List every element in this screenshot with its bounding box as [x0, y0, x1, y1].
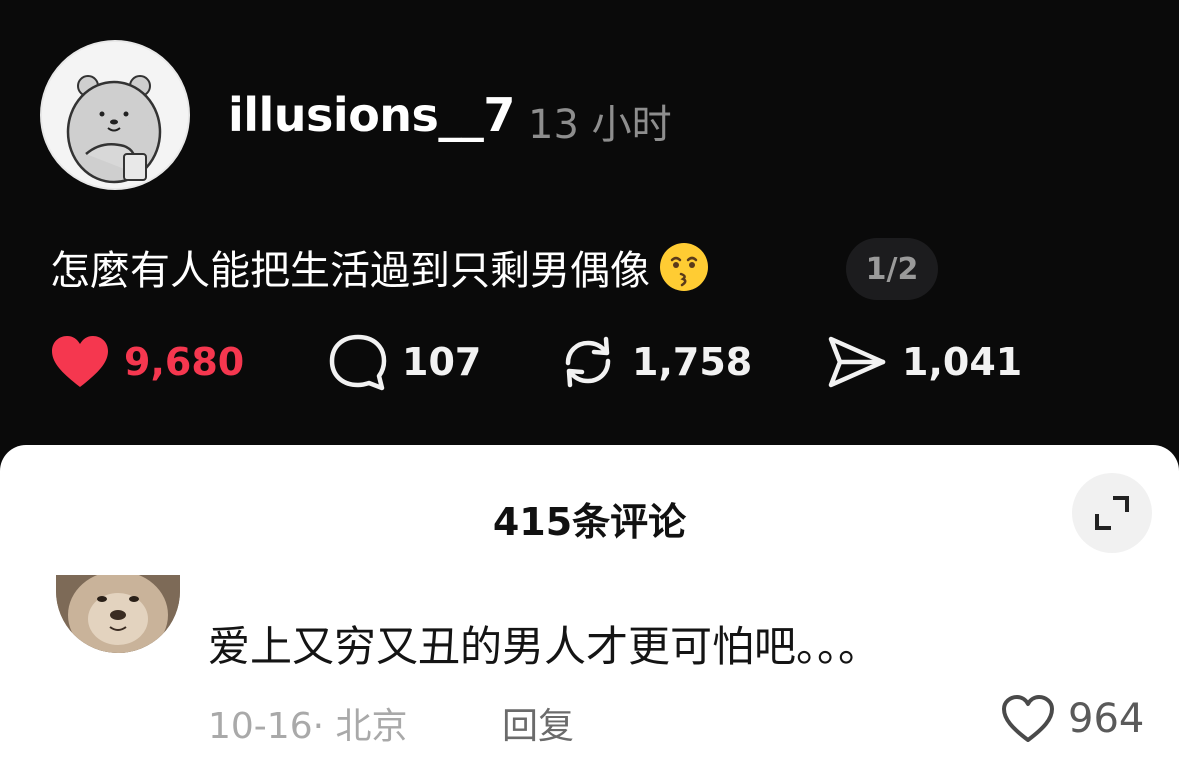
repost-count: 1,758: [632, 340, 753, 384]
repost-button[interactable]: 1,758: [558, 332, 752, 392]
comment-text: 爱上又穷又丑的男人才更可怕吧。。。: [208, 622, 881, 671]
post-timestamp: 13 小时: [528, 102, 672, 148]
share-button[interactable]: 1,041: [826, 332, 1022, 392]
post-text: 怎麼有人能把生活過到只剩男偶像: [50, 248, 650, 294]
comments-title: 415条评论: [492, 500, 687, 544]
like-button[interactable]: 9,680: [50, 332, 244, 392]
kissing-face-icon: [660, 243, 708, 291]
comment-like-button[interactable]: 964: [1000, 691, 1144, 747]
like-count: 9,680: [124, 340, 245, 384]
post-username[interactable]: illusions__7: [228, 88, 515, 142]
heart-filled-icon: [52, 336, 108, 387]
post-body: 怎麼有人能把生活過到只剩男偶像: [50, 238, 710, 296]
comments-sheet: 415条评论 爱上又穷又丑的男人才更可怕吧。。。 10-16· 北京 回复 96…: [0, 445, 1179, 766]
share-count: 1,041: [902, 340, 1023, 384]
expand-button[interactable]: [1072, 473, 1152, 553]
commenter-avatar[interactable]: [56, 575, 180, 653]
comment-button[interactable]: 107: [328, 332, 481, 392]
dog-avatar-icon: [56, 575, 180, 653]
comment-date-location: 10-16· 北京: [208, 706, 408, 747]
post-card: illusions__7 13 小时 怎麼有人能把生活過到只剩男偶像 1/2 9…: [0, 0, 1179, 445]
author-avatar[interactable]: [40, 40, 190, 190]
reply-button[interactable]: 回复: [502, 697, 574, 749]
expand-icon: [1095, 496, 1129, 530]
heart-outline-icon: [1002, 695, 1054, 742]
comment-bubble-icon: [329, 334, 387, 391]
bear-avatar-icon: [42, 42, 188, 188]
comment-count: 107: [402, 340, 482, 384]
repost-icon: [565, 336, 611, 388]
send-icon: [828, 336, 886, 388]
image-page-indicator: 1/2: [846, 238, 938, 300]
comment-like-count: 964: [1068, 696, 1145, 742]
